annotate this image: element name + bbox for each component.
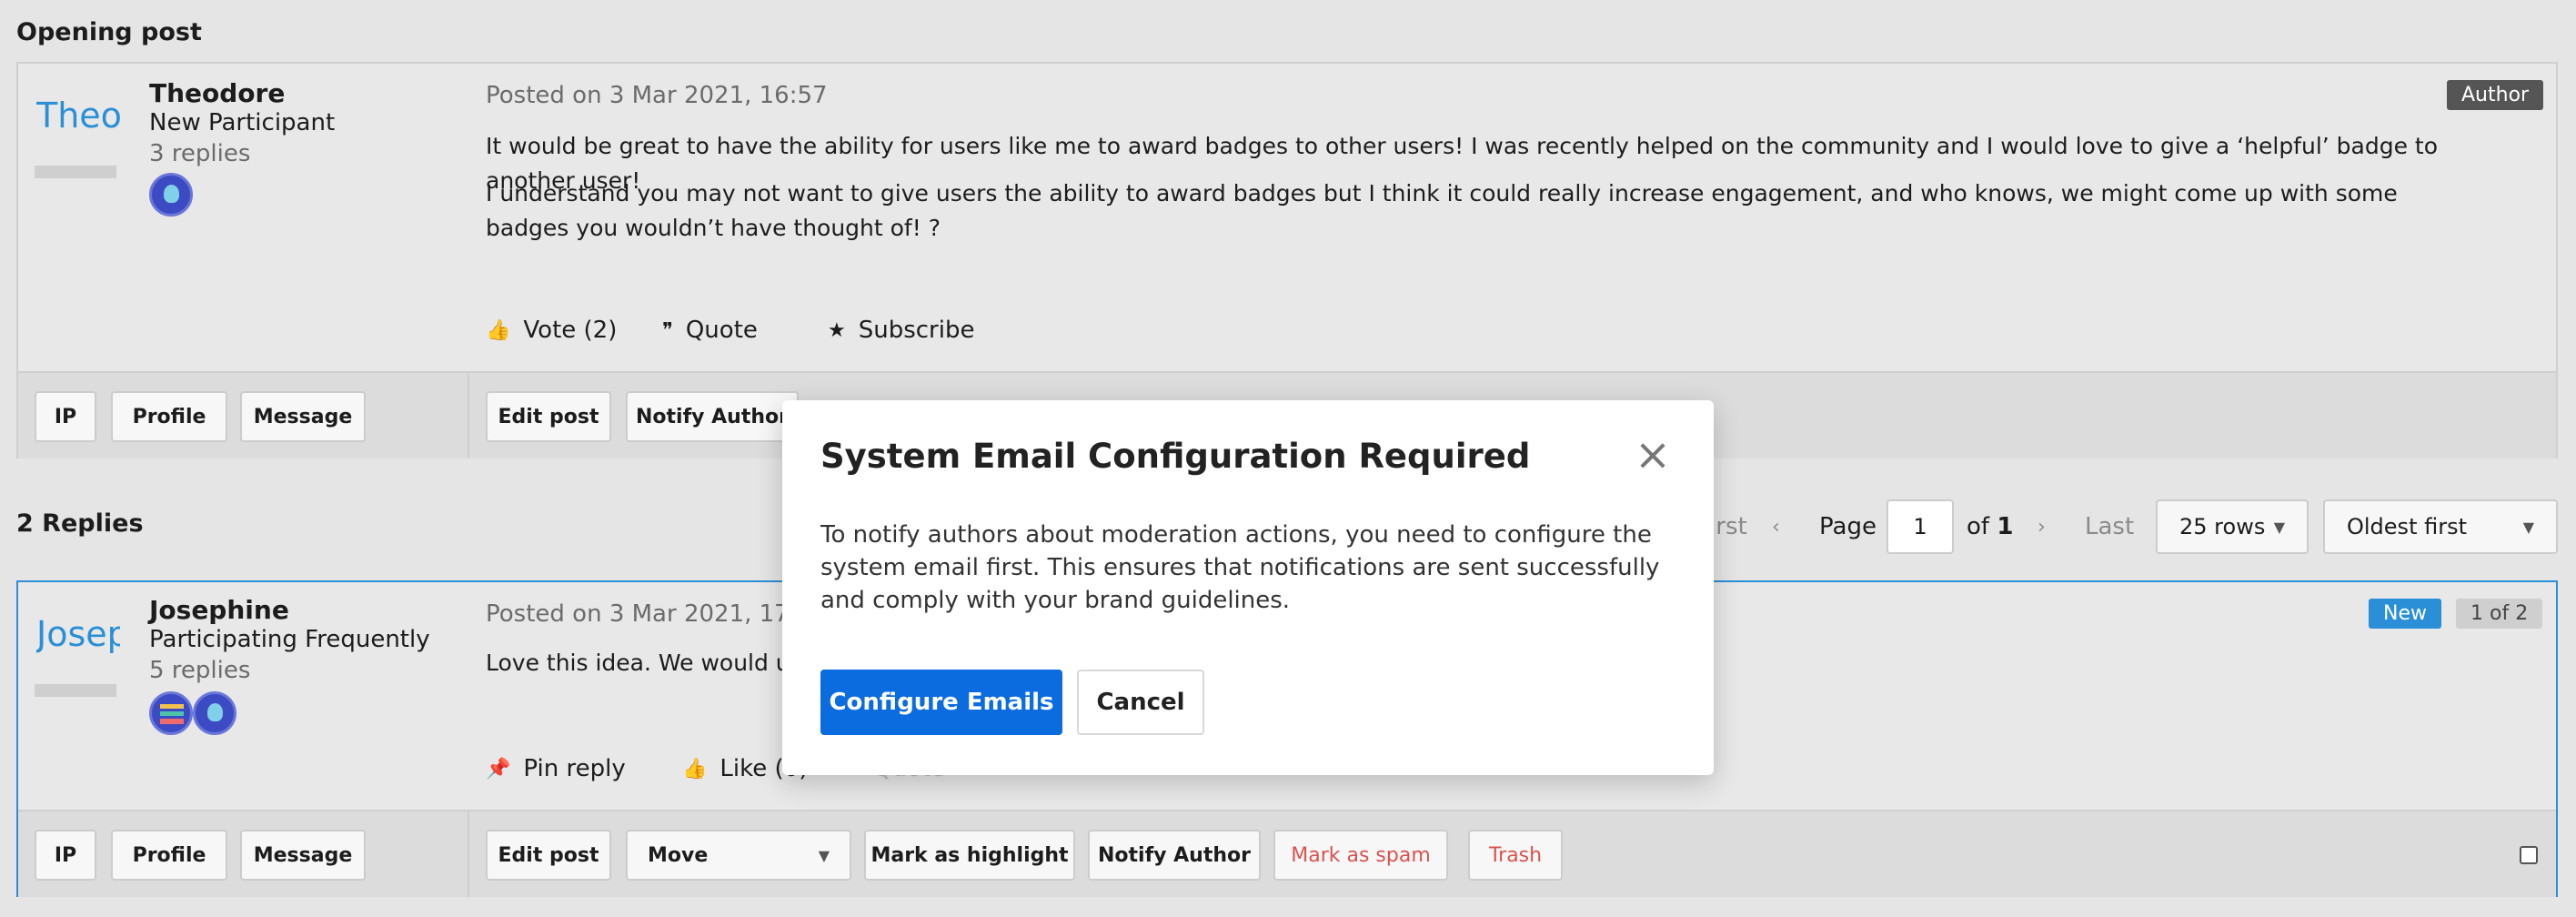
avatar[interactable]: Josephine: [36, 602, 120, 666]
new-tag: New: [2369, 599, 2441, 629]
sort-value: Oldest first: [2347, 514, 2467, 539]
last-page-link[interactable]: Last: [2085, 499, 2134, 554]
quote-label: Quote: [685, 317, 758, 344]
chevron-down-icon: ▼: [2522, 518, 2534, 536]
toolbar-divider: [468, 811, 469, 897]
rows-per-page-select[interactable]: 25 rows ▼: [2156, 499, 2309, 554]
of-text: of: [1967, 513, 1990, 540]
select-reply-checkbox[interactable]: [2520, 846, 2538, 864]
pin-icon: 📌: [486, 757, 511, 781]
dialog-message: To notify authors about moderation actio…: [820, 521, 1660, 614]
vote-button[interactable]: 👍 Vote (2): [486, 317, 617, 344]
subscribe-button[interactable]: ★ Subscribe: [828, 317, 974, 344]
user-name[interactable]: Josephine: [149, 595, 289, 625]
profile-button[interactable]: Profile: [111, 830, 227, 881]
user-rank: Participating Frequently: [149, 626, 430, 653]
post-paragraph: I understand you may not want to give us…: [486, 180, 2398, 241]
chevron-down-icon: ▼: [2273, 518, 2285, 536]
thumbs-up-icon: 👍: [486, 318, 511, 342]
cancel-button[interactable]: Cancel: [1077, 670, 1204, 735]
page-label: Page: [1819, 513, 1877, 540]
total-pages: 1: [1997, 513, 2014, 540]
move-select[interactable]: Move ▼: [626, 830, 851, 881]
prev-page-icon[interactable]: ‹: [1772, 499, 1780, 554]
mark-highlight-button[interactable]: Mark as highlight: [864, 830, 1075, 881]
posted-date: Posted on 3 Mar 2021, 16:57: [486, 82, 828, 109]
message-button[interactable]: Message: [240, 830, 366, 881]
notify-author-button[interactable]: Notify Author: [1088, 830, 1261, 881]
next-page-icon[interactable]: ›: [2038, 499, 2046, 554]
mark-spam-button[interactable]: Mark as spam: [1273, 830, 1448, 881]
opening-post-card: Theodore Theodore New Participant 3 repl…: [16, 62, 2558, 458]
page-of-label: of 1: [1967, 499, 2013, 554]
user-replies: 5 replies: [149, 657, 251, 684]
contributor-badge-icon[interactable]: [149, 691, 193, 735]
reply-toolbar: IP Profile Message Edit post Move ▼ Mark…: [18, 810, 2556, 897]
sort-order-select[interactable]: Oldest first ▼: [2323, 499, 2558, 554]
reply-position-tag: 1 of 2: [2456, 599, 2543, 629]
quote-icon: ❞: [662, 318, 673, 342]
chevron-down-icon: ▼: [818, 846, 830, 864]
page-number-input[interactable]: 1: [1887, 499, 1954, 554]
avatar-progress-bar: [35, 684, 116, 697]
ip-button[interactable]: IP: [35, 391, 96, 442]
page: Opening post Theodore Theodore New Parti…: [0, 0, 2576, 917]
avatar[interactable]: Theodore: [36, 84, 120, 147]
subscribe-label: Subscribe: [858, 317, 975, 344]
dialog-title: System Email Configuration Required: [820, 437, 1531, 476]
ip-button[interactable]: IP: [35, 830, 96, 881]
posted-date: Posted on 3 Mar 2021, 17:01: [486, 600, 828, 628]
notify-author-button[interactable]: Notify Author: [626, 391, 799, 442]
user-replies: 3 replies: [149, 140, 251, 167]
trash-button[interactable]: Trash: [1468, 830, 1563, 881]
edit-post-button[interactable]: Edit post: [486, 391, 611, 442]
message-button[interactable]: Message: [240, 391, 366, 442]
avatar-progress-bar: [35, 166, 116, 178]
opening-post-heading: Opening post: [16, 18, 202, 46]
configure-emails-button[interactable]: Configure Emails: [820, 670, 1062, 735]
pin-label: Pin reply: [523, 755, 626, 782]
profile-button[interactable]: Profile: [111, 391, 227, 442]
edit-post-button[interactable]: Edit post: [486, 830, 611, 881]
pin-reply-button[interactable]: 📌 Pin reply: [486, 755, 626, 782]
move-label: Move: [648, 843, 709, 867]
vote-label: Vote (2): [523, 317, 618, 344]
close-icon[interactable]: ×: [1632, 433, 1674, 479]
user-rank: New Participant: [149, 109, 336, 136]
user-name[interactable]: Theodore: [149, 78, 285, 108]
toolbar-divider: [468, 373, 469, 458]
lightbulb-badge-icon[interactable]: [149, 173, 193, 217]
thumbs-up-icon: 👍: [682, 757, 708, 781]
email-config-dialog: System Email Configuration Required × To…: [782, 400, 1714, 775]
rows-value: 25 rows: [2179, 514, 2266, 539]
author-tag: Author: [2447, 80, 2544, 110]
quote-button[interactable]: ❞ Quote: [662, 317, 758, 344]
star-icon: ★: [828, 318, 846, 342]
lightbulb-badge-icon[interactable]: [193, 691, 236, 735]
